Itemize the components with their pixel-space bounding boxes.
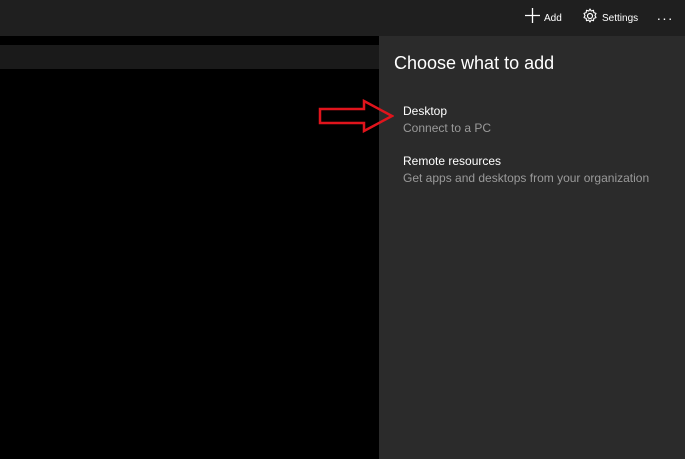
settings-button[interactable]: Settings xyxy=(582,0,638,36)
option-remote-title: Remote resources xyxy=(403,154,502,168)
settings-label: Settings xyxy=(602,12,639,24)
option-desktop[interactable]: Desktop Connect to a PC xyxy=(403,103,673,136)
panel-title: Choose what to add xyxy=(394,53,555,73)
option-remote-resources[interactable]: Remote resources Get apps and desktops f… xyxy=(403,153,673,186)
add-label: Add xyxy=(544,12,562,24)
option-remote-subtitle: Get apps and desktops from your organiza… xyxy=(403,171,650,185)
more-options-button[interactable]: ··· xyxy=(655,0,675,36)
option-desktop-subtitle: Connect to a PC xyxy=(403,121,492,135)
option-desktop-title: Desktop xyxy=(403,104,448,118)
top-toolbar: Add Settings ··· xyxy=(0,0,685,36)
arrow-right-icon xyxy=(318,99,394,133)
gear-icon xyxy=(582,7,598,29)
add-button[interactable]: Add xyxy=(525,0,562,36)
plus-icon xyxy=(525,8,540,28)
left-header-strip xyxy=(0,36,379,45)
add-panel: Choose what to add Desktop Connect to a … xyxy=(379,36,685,459)
left-band xyxy=(0,45,379,69)
